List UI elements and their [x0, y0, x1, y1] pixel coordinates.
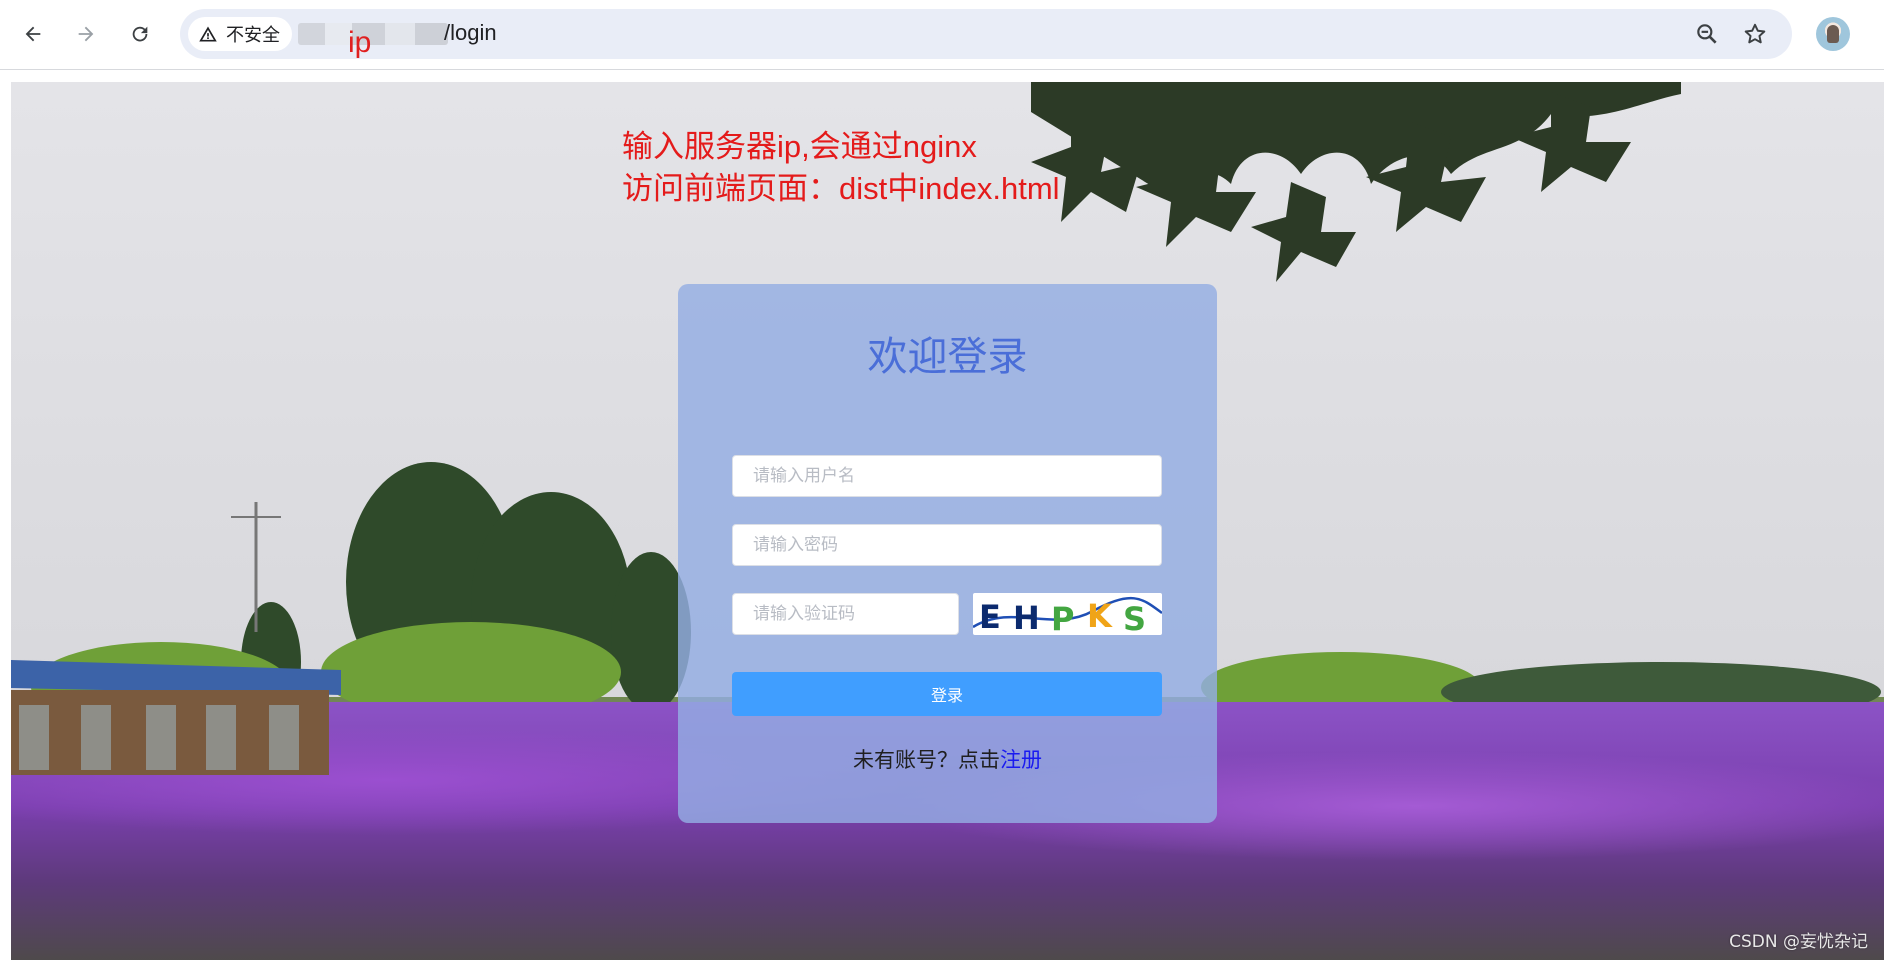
username-input[interactable]: [732, 455, 1162, 497]
annotation-line-2: 访问前端页面：dist中index.html: [622, 171, 1060, 206]
url-path: /login: [444, 20, 497, 45]
arrow-right-icon: [78, 26, 94, 42]
register-prompt: 未有账号？点击注册: [678, 744, 1217, 774]
reload-icon: [132, 26, 148, 42]
warning-icon: [199, 26, 217, 42]
bookmark-button[interactable]: [1742, 21, 1768, 47]
captcha-char: S: [1123, 600, 1146, 635]
security-label: 不安全: [226, 25, 280, 46]
profile-avatar[interactable]: [1816, 17, 1850, 51]
reload-button[interactable]: [122, 16, 158, 52]
captcha-input[interactable]: [732, 593, 959, 635]
ip-annotation: ip: [348, 26, 372, 59]
background-hut: [11, 660, 341, 775]
password-input[interactable]: [732, 524, 1162, 566]
zoom-out-icon: [1697, 24, 1717, 44]
watermark: CSDN @妄忧杂记: [1729, 932, 1868, 952]
red-annotation: 输入服务器ip,会通过nginx 访问前端页面：dist中index.html: [622, 126, 1060, 210]
captcha-char: K: [1087, 597, 1113, 635]
url-redacted: [298, 23, 448, 45]
register-prompt-text: 未有账号？点击: [853, 748, 1000, 772]
address-bar[interactable]: 不安全 /login: [180, 9, 1792, 59]
zoom-button[interactable]: [1694, 21, 1720, 47]
security-chip[interactable]: 不安全: [188, 17, 292, 51]
login-button[interactable]: 登录: [732, 672, 1162, 716]
star-icon: [1744, 23, 1766, 44]
forward-button[interactable]: [68, 16, 104, 52]
captcha-char: P: [1051, 600, 1074, 635]
browser-toolbar: 不安全 /login ip: [0, 0, 1884, 70]
captcha-char: E: [979, 598, 1001, 635]
login-card: 欢迎登录 E H P K S 登录 未有账号？点击注册: [678, 284, 1217, 823]
captcha-image[interactable]: E H P K S: [973, 593, 1162, 635]
register-link[interactable]: 注册: [1000, 748, 1042, 772]
login-page: 输入服务器ip,会通过nginx 访问前端页面：dist中index.html …: [11, 82, 1884, 960]
annotation-line-1: 输入服务器ip,会通过nginx: [622, 129, 977, 164]
captcha-char: H: [1013, 599, 1040, 635]
captcha-text: E H P K S: [979, 597, 1146, 635]
back-button[interactable]: [15, 16, 51, 52]
arrow-left-icon: [25, 26, 41, 42]
login-title: 欢迎登录: [867, 335, 1028, 379]
background-leaves: [1031, 82, 1681, 282]
